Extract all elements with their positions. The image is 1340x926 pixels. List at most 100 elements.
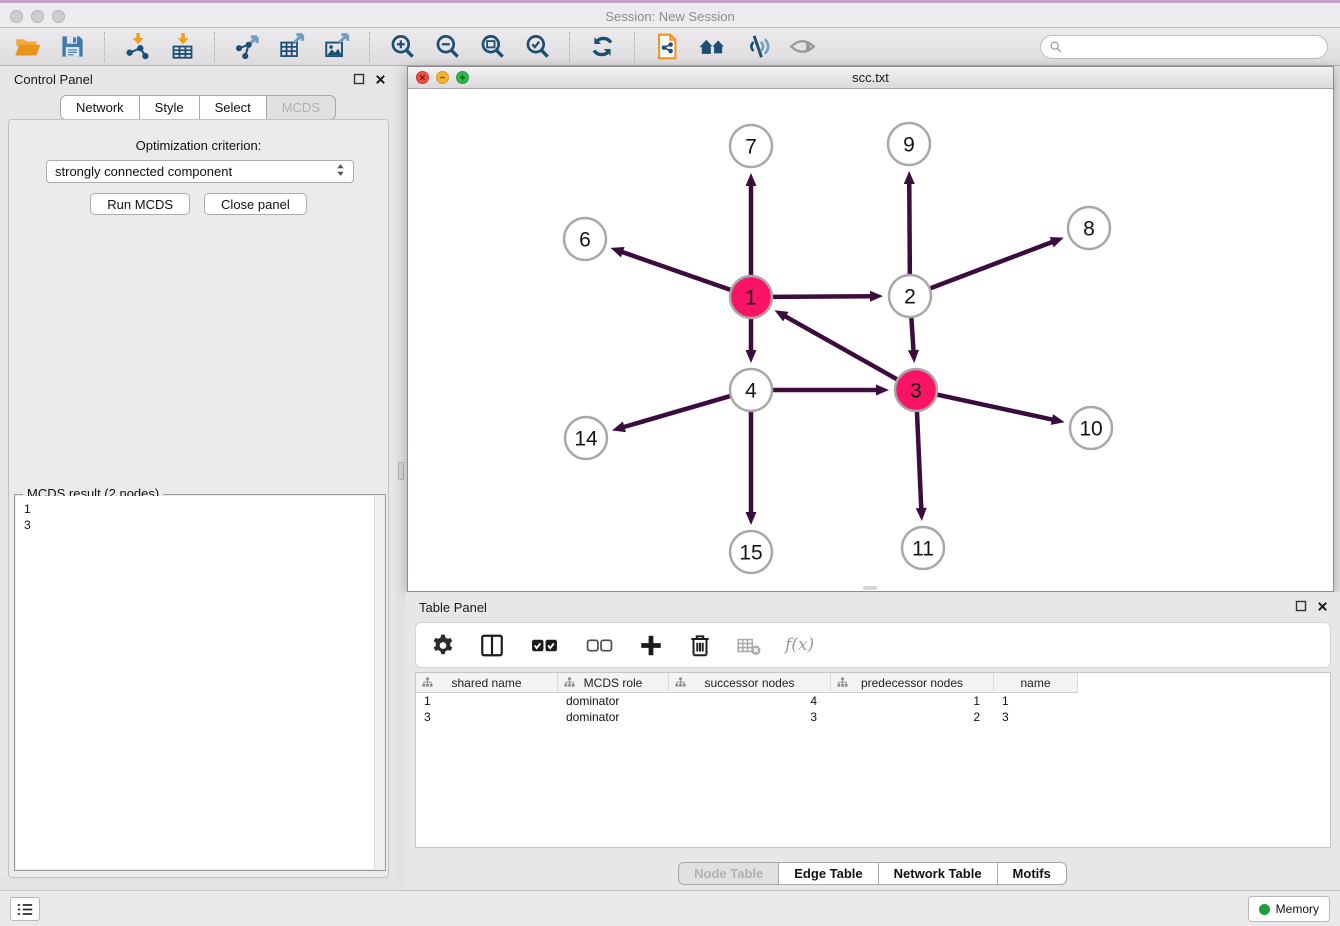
window-titlebar: Session: New Session <box>0 0 1340 28</box>
float-panel-icon[interactable] <box>353 73 365 85</box>
attribute-tree-icon <box>837 677 848 688</box>
graphics-details-icon[interactable] <box>742 32 772 62</box>
cybrowser-icon[interactable] <box>652 32 682 62</box>
graph-edge-3-1[interactable] <box>784 316 899 381</box>
graph-edge-2-3[interactable] <box>911 315 913 352</box>
chevron-updown-icon <box>336 162 345 181</box>
add-column-icon[interactable] <box>638 632 664 658</box>
delete-table-icon[interactable] <box>736 632 762 658</box>
graph-node-label: 10 <box>1079 417 1102 440</box>
import-table-icon[interactable] <box>167 32 197 62</box>
zoom-out-icon[interactable] <box>432 32 462 62</box>
panel-splitter-handle[interactable] <box>398 462 404 480</box>
table-toolbar: f(x) <box>415 622 1331 668</box>
close-panel-button[interactable]: Close panel <box>204 193 307 215</box>
control-panel: Control Panel Network Style Select MCDS … <box>0 66 396 878</box>
table-cell: 1 <box>994 693 1078 709</box>
search-input[interactable] <box>1067 40 1319 54</box>
edge-arrowhead <box>904 171 915 184</box>
settings-gear-icon[interactable] <box>430 632 456 658</box>
tab-edge-table[interactable]: Edge Table <box>779 862 878 885</box>
tab-select[interactable]: Select <box>200 95 267 120</box>
table-header-row: shared name MCDS role successor nodes pr… <box>416 673 1330 693</box>
graph-edge-2-9[interactable] <box>909 182 910 277</box>
main-toolbar <box>0 28 1340 66</box>
close-panel-icon[interactable] <box>375 74 386 85</box>
column-header-predecessor-nodes[interactable]: predecessor nodes <box>831 673 994 693</box>
node-table: shared name MCDS role successor nodes pr… <box>415 672 1331 848</box>
table-cell: 1 <box>416 693 558 709</box>
save-session-icon[interactable] <box>57 32 87 62</box>
table-panel-title: Table Panel <box>419 600 487 615</box>
home-icon[interactable] <box>697 32 727 62</box>
zoom-selected-icon[interactable] <box>522 32 552 62</box>
table-panel: Table Panel <box>405 592 1340 890</box>
graph-edge-1-6[interactable] <box>621 252 733 291</box>
graph-node-label: 6 <box>579 228 591 251</box>
toggle-columns-icon[interactable] <box>479 632 505 658</box>
export-image-icon[interactable] <box>322 32 352 62</box>
column-header-successor-nodes[interactable]: successor nodes <box>669 673 831 693</box>
criterion-value: strongly connected component <box>55 164 232 179</box>
result-scrollbar[interactable] <box>374 496 384 869</box>
export-table-icon[interactable] <box>277 32 307 62</box>
edge-arrowhead <box>610 247 624 257</box>
network-canvas[interactable]: 7968124314101511 <box>408 89 1333 591</box>
table-row[interactable]: 1dominator411 <box>416 693 1330 709</box>
canvas-resize-handle[interactable] <box>863 586 877 590</box>
criterion-select[interactable]: strongly connected component <box>46 160 354 183</box>
search-field[interactable] <box>1040 35 1328 59</box>
graph-edge-2-8[interactable] <box>928 241 1054 289</box>
zoom-fit-icon[interactable] <box>477 32 507 62</box>
table-cell: 3 <box>416 709 558 725</box>
graph-node-label: 7 <box>745 135 757 158</box>
tab-motifs[interactable]: Motifs <box>998 862 1067 885</box>
toolbar-separator <box>214 32 215 62</box>
column-header-name[interactable]: name <box>994 673 1078 693</box>
select-all-rows-icon[interactable] <box>528 632 560 658</box>
tab-mcds[interactable]: MCDS <box>267 95 336 120</box>
graph-edge-1-2[interactable] <box>770 296 872 297</box>
delete-column-icon[interactable] <box>687 632 713 658</box>
attribute-tree-icon <box>675 677 686 688</box>
zoom-in-icon[interactable] <box>387 32 417 62</box>
task-list-icon <box>16 902 34 917</box>
status-bar: Memory <box>0 890 1340 926</box>
graph-node-label: 3 <box>910 379 922 402</box>
deselect-all-rows-icon[interactable] <box>583 632 615 658</box>
eye-icon[interactable] <box>787 32 817 62</box>
tab-node-table[interactable]: Node Table <box>678 862 779 885</box>
table-row[interactable]: 3dominator323 <box>416 709 1330 725</box>
task-history-button[interactable] <box>10 897 40 921</box>
mcds-result-list: 1 3 <box>16 496 373 869</box>
graph-node-label: 4 <box>745 379 757 402</box>
import-network-icon[interactable] <box>122 32 152 62</box>
export-network-icon[interactable] <box>232 32 262 62</box>
column-header-shared-name[interactable]: shared name <box>416 673 558 693</box>
mcds-result-groupbox: MCDS result (2 nodes) 1 3 <box>14 494 386 871</box>
network-view-window: scc.txt 7968124314101511 <box>407 66 1334 592</box>
tab-network-table[interactable]: Network Table <box>879 862 998 885</box>
memory-button[interactable]: Memory <box>1248 896 1330 922</box>
graph-node-label: 11 <box>912 537 934 560</box>
toolbar-separator <box>369 32 370 62</box>
graph-edge-3-10[interactable] <box>935 394 1054 420</box>
tab-style[interactable]: Style <box>140 95 200 120</box>
table-cell: dominator <box>558 709 669 725</box>
run-mcds-button[interactable]: Run MCDS <box>90 193 190 215</box>
table-cell: 3 <box>669 709 831 725</box>
float-table-panel-icon[interactable] <box>1295 600 1307 612</box>
toolbar-separator <box>569 32 570 62</box>
edge-arrowhead <box>916 508 927 521</box>
refresh-layout-icon[interactable] <box>587 32 617 62</box>
column-header-mcds-role[interactable]: MCDS role <box>558 673 669 693</box>
network-window-titlebar[interactable]: scc.txt <box>408 67 1333 89</box>
graph-edge-3-11[interactable] <box>917 409 921 510</box>
graph-edge-4-14[interactable] <box>622 395 732 427</box>
graph-node-label: 2 <box>904 285 916 308</box>
function-builder-icon[interactable]: f(x) <box>785 632 814 658</box>
close-table-panel-icon[interactable] <box>1317 601 1328 612</box>
graph-node-label: 8 <box>1083 217 1095 240</box>
open-session-icon[interactable] <box>12 32 42 62</box>
tab-network[interactable]: Network <box>60 95 140 120</box>
